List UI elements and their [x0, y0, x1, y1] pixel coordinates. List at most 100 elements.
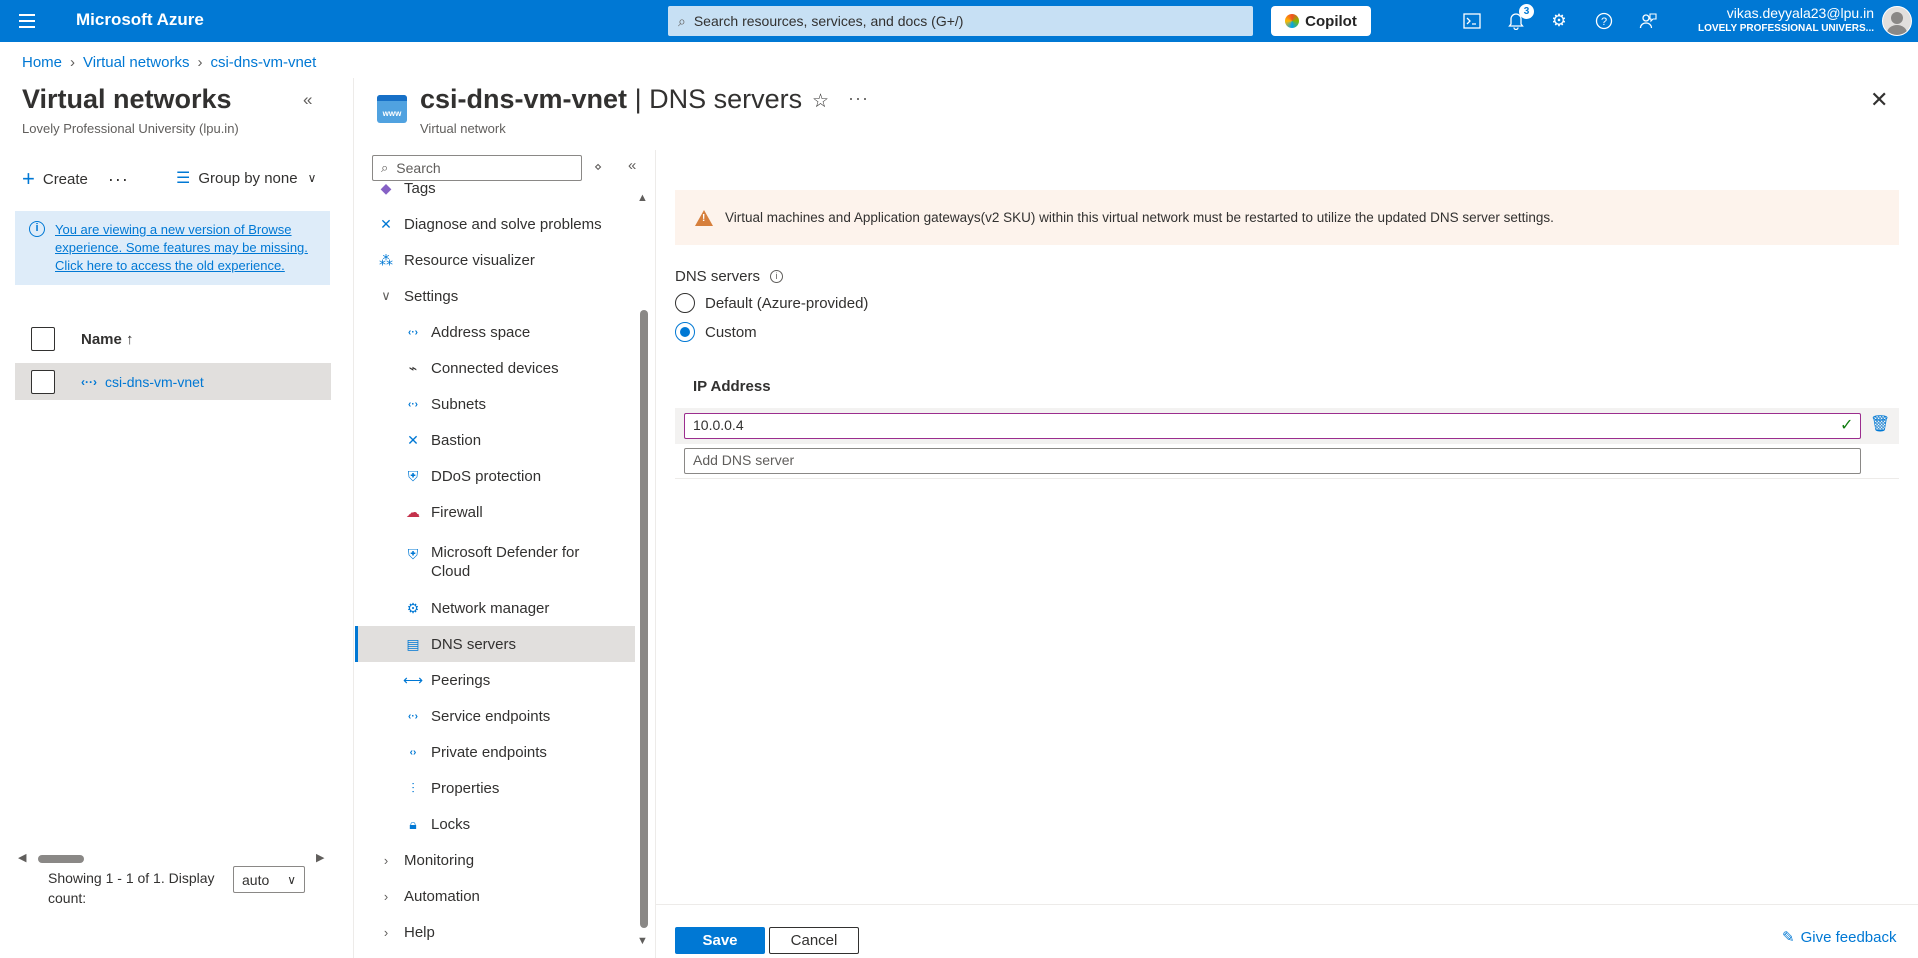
more-options-icon[interactable]: ···	[848, 88, 869, 109]
radio-default-azure[interactable]: Default (Azure-provided)	[675, 293, 868, 313]
group-by-dropdown[interactable]: ☰ Group by none ∨	[176, 168, 316, 188]
menu-group-automation[interactable]: › Automation	[355, 878, 635, 914]
delete-row-icon[interactable]: 🗑︎	[1870, 414, 1890, 434]
scroll-left-icon[interactable]: ◀	[18, 851, 26, 864]
blade-divider	[353, 78, 354, 958]
menu-scroll-thumb[interactable]	[640, 310, 648, 928]
vnet-icon: ‹·›	[408, 326, 418, 338]
list-item[interactable]: ‹··› csi-dns-vm-vnet	[15, 363, 331, 400]
menu-group-settings[interactable]: ∨ Settings	[355, 278, 635, 314]
collapse-left-pane-icon[interactable]: «	[303, 90, 312, 110]
close-icon[interactable]: ✕	[1870, 87, 1888, 113]
menu-item-label: Address space	[431, 323, 531, 341]
favorite-star-icon[interactable]: ☆	[812, 90, 829, 113]
menu-group-help[interactable]: › Help	[355, 914, 635, 950]
row-checkbox[interactable]	[31, 369, 55, 394]
feedback-top-button[interactable]	[1636, 9, 1660, 33]
info-icon: i	[29, 221, 45, 237]
collapse-menu-icon[interactable]: «	[628, 157, 636, 174]
menu-group-monitoring[interactable]: › Monitoring	[355, 842, 635, 878]
menu-item-resource-visualizer[interactable]: ⁂ Resource visualizer	[355, 242, 635, 278]
add-dns-server-input[interactable]: Add DNS server	[684, 448, 1861, 474]
person-feedback-icon	[1639, 13, 1657, 29]
warning-icon	[695, 209, 713, 226]
search-icon: ⌕	[381, 160, 389, 175]
filter-icon[interactable]: ⋄	[594, 159, 602, 175]
create-button[interactable]: + Create	[22, 168, 88, 190]
breadcrumb-virtual-networks[interactable]: Virtual networks	[83, 54, 189, 71]
browse-info-banner: i You are viewing a new version of Brows…	[15, 211, 330, 285]
give-feedback-link[interactable]: ✎ Give feedback	[1782, 928, 1896, 947]
menu-item-private-endpoints[interactable]: ‹› Private endpoints	[355, 734, 635, 770]
menu-item-connected-devices[interactable]: ⌁ Connected devices	[355, 350, 635, 386]
menu-item-firewall[interactable]: ☁ Firewall	[355, 494, 635, 530]
menu-item-peerings[interactable]: ⟷ Peerings	[355, 662, 635, 698]
menu-item-locks[interactable]: 🔒︎ Locks	[355, 806, 635, 842]
svg-text:?: ?	[1601, 16, 1607, 28]
name-column-header[interactable]: Name ↑	[81, 331, 134, 348]
notifications-button[interactable]: 3	[1504, 4, 1534, 33]
breadcrumb-home[interactable]: Home	[22, 54, 62, 71]
menu-search-input[interactable]: ⌕ Search	[372, 155, 582, 181]
warning-text: Virtual machines and Application gateway…	[725, 210, 1554, 225]
left-pane-subtitle: Lovely Professional University (lpu.in)	[22, 121, 239, 136]
radio-default-indicator[interactable]	[675, 293, 695, 313]
portal-menu-button[interactable]	[0, 0, 54, 42]
menu-item-diagnose[interactable]: ✕ Diagnose and solve problems	[355, 206, 635, 242]
scroll-down-icon[interactable]: ▼	[637, 935, 648, 947]
menu-item-properties[interactable]: ⫶ Properties	[355, 770, 635, 806]
radio-custom[interactable]: Custom	[675, 322, 757, 342]
menu-item-tags[interactable]: ◆ Tags	[355, 180, 635, 206]
save-button[interactable]: Save	[675, 927, 765, 954]
account-menu[interactable]: vikas.deyyala23@lpu.in LOVELY PROFESSION…	[1698, 5, 1874, 34]
select-all-checkbox[interactable]	[31, 327, 55, 351]
info-icon[interactable]: i	[770, 270, 784, 283]
menu-item-label: Automation	[404, 887, 480, 905]
copilot-button[interactable]: Copilot	[1271, 6, 1371, 36]
page-title: csi-dns-vm-vnet | DNS servers	[420, 84, 802, 115]
menu-item-service-endpoints[interactable]: ‹·› Service endpoints	[355, 698, 635, 734]
menu-item-network-manager[interactable]: ⚙ Network manager	[355, 590, 635, 626]
help-button[interactable]: ?	[1592, 9, 1616, 33]
display-count-select[interactable]: auto ∨	[233, 866, 305, 893]
cloud-shell-icon[interactable]	[1460, 9, 1484, 33]
more-actions-icon[interactable]: ···	[108, 169, 129, 190]
chevron-down-icon: ∨	[381, 288, 391, 303]
row-divider	[675, 478, 1899, 479]
menu-item-bastion[interactable]: ✕ Bastion	[355, 422, 635, 458]
hierarchy-icon: ⁂	[379, 251, 393, 268]
scroll-up-icon[interactable]: ▲	[637, 192, 648, 204]
defender-icon: ⛨	[407, 545, 419, 562]
global-search-input[interactable]: ⌕ Search resources, services, and docs (…	[668, 6, 1253, 36]
copilot-label: Copilot	[1305, 12, 1357, 30]
radio-custom-indicator[interactable]	[675, 322, 695, 342]
vnet-link[interactable]: csi-dns-vm-vnet	[105, 374, 204, 390]
user-email: vikas.deyyala23@lpu.in	[1726, 5, 1874, 21]
menu-item-label: Peerings	[431, 671, 491, 689]
menu-item-label: Monitoring	[404, 851, 475, 869]
notification-count-badge: 3	[1519, 4, 1534, 19]
old-experience-link[interactable]: You are viewing a new version of Browse …	[55, 222, 308, 273]
menu-item-dns-servers[interactable]: ▤ DNS servers	[355, 626, 635, 662]
dns-server-ip-input[interactable]: 10.0.0.4	[684, 413, 1861, 439]
menu-item-label: Microsoft Defender for Cloud	[431, 544, 580, 580]
page-title-separator: |	[627, 84, 650, 114]
scroll-thumb[interactable]	[38, 855, 84, 863]
shield-icon: ⛨	[407, 467, 419, 484]
firewall-icon: ☁	[406, 503, 420, 520]
cancel-button[interactable]: Cancel	[769, 927, 859, 954]
dns-servers-label: DNS servers i	[675, 268, 784, 285]
ip-address-column-header: IP Address	[693, 378, 771, 395]
menu-item-defender-for-cloud[interactable]: ⛨ Microsoft Defender for Cloud	[355, 538, 635, 586]
list-icon: ☰	[176, 170, 191, 187]
menu-item-ddos-protection[interactable]: ⛨ DDoS protection	[355, 458, 635, 494]
menu-item-subnets[interactable]: ‹·› Subnets	[355, 386, 635, 422]
scroll-right-icon[interactable]: ▶	[316, 851, 324, 864]
menu-item-address-space[interactable]: ‹·› Address space	[355, 314, 635, 350]
horizontal-scrollbar[interactable]: ◀ ▶	[18, 851, 330, 865]
breadcrumb-vnet[interactable]: csi-dns-vm-vnet	[210, 54, 316, 71]
brand-title[interactable]: Microsoft Azure	[76, 10, 204, 30]
chevron-down-icon: ∨	[307, 171, 317, 185]
avatar[interactable]	[1882, 6, 1912, 36]
settings-button[interactable]: ⚙	[1547, 9, 1571, 33]
